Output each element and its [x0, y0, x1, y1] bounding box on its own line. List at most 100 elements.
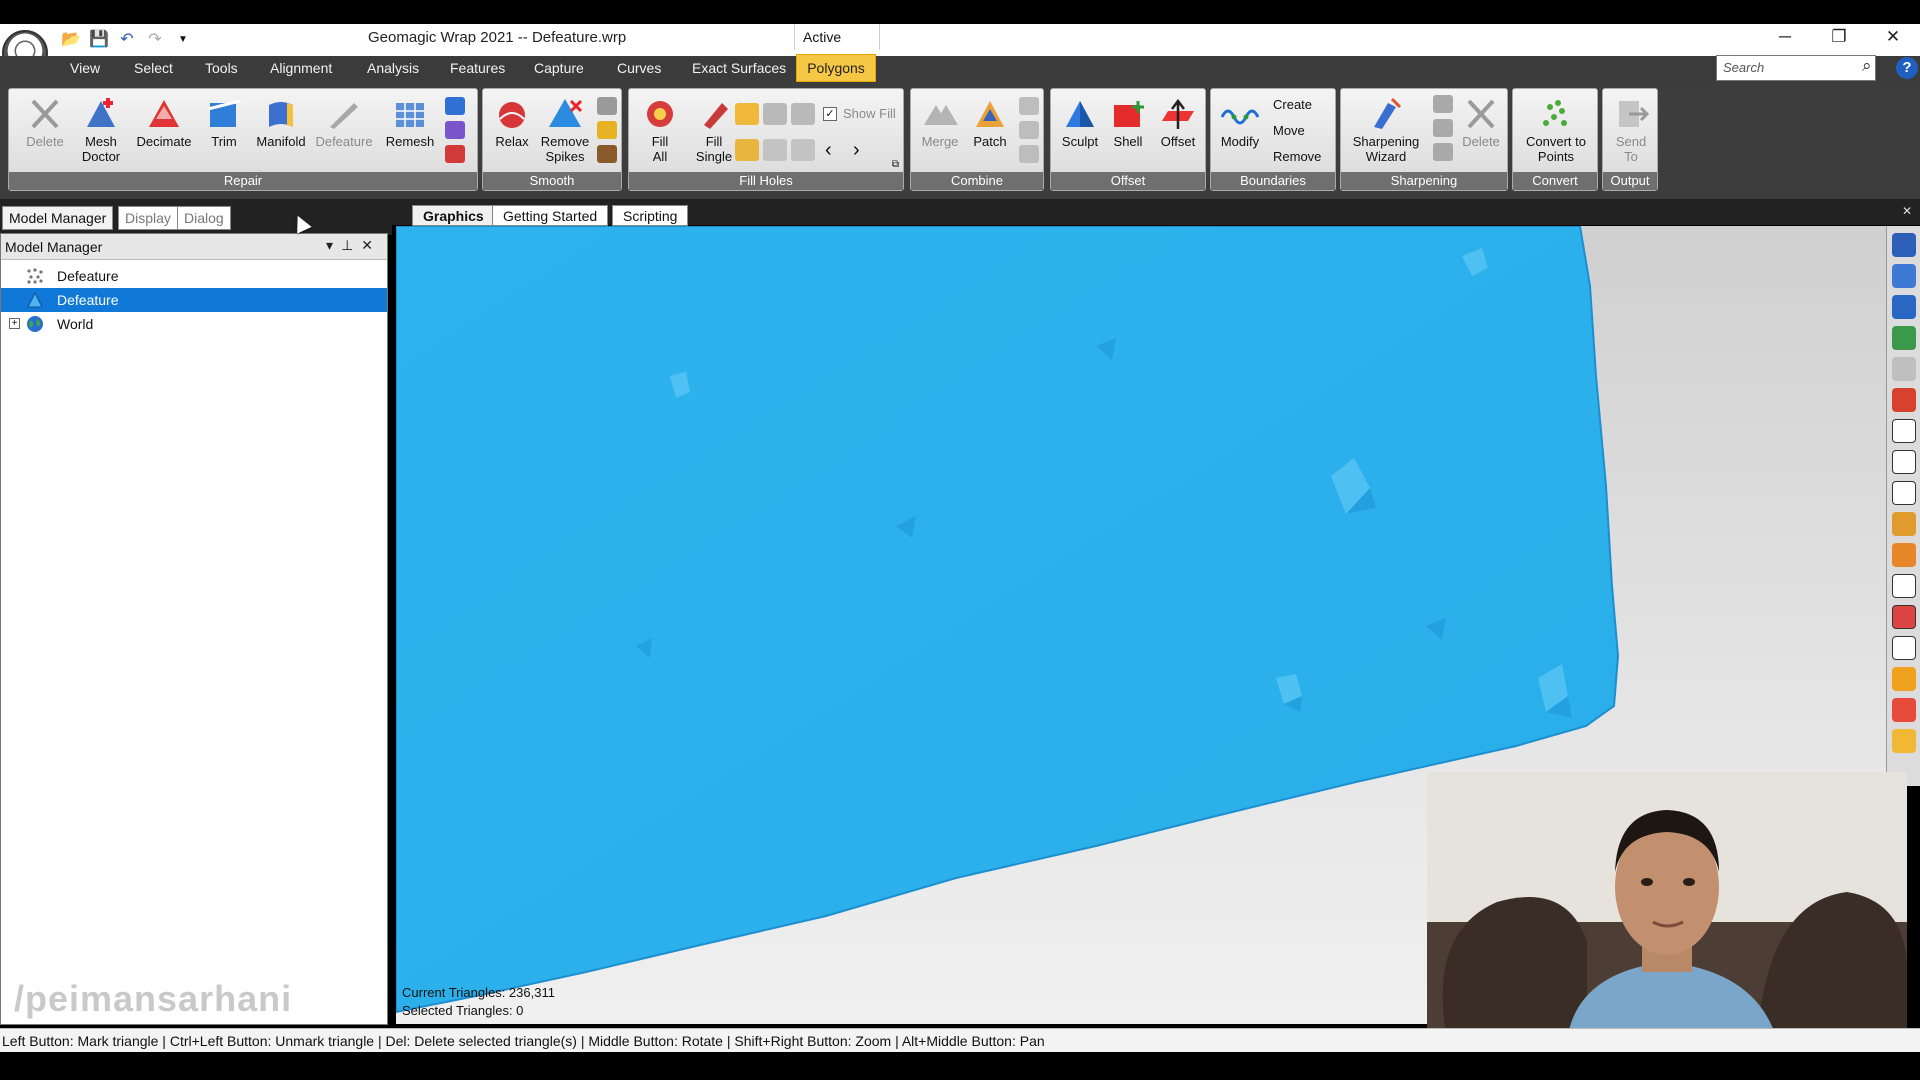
move-boundary-button[interactable]: Move	[1273, 123, 1305, 138]
decimate-button[interactable]: Decimate	[131, 97, 197, 149]
menu-exact-surfaces[interactable]: Exact Surfaces	[692, 60, 786, 76]
sharpening-wizard-button[interactable]: Sharpening Wizard	[1345, 97, 1427, 164]
pan-view-icon[interactable]	[1891, 326, 1916, 350]
remove-boundary-button[interactable]: Remove	[1273, 149, 1321, 164]
menu-tools[interactable]: Tools	[205, 60, 238, 76]
sculpt-button[interactable]: Sculpt	[1055, 97, 1105, 149]
open-icon[interactable]: 📂	[60, 28, 82, 50]
create-boundary-button[interactable]: Create	[1273, 97, 1312, 112]
fill-type-complete-icon[interactable]	[735, 103, 759, 125]
restore-button[interactable]: ❐	[1812, 24, 1866, 50]
shell-button[interactable]: Shell	[1105, 97, 1151, 149]
panel-menu-icon[interactable]: ▾	[326, 237, 341, 253]
view-orientation-icon[interactable]	[1891, 233, 1916, 257]
select-none-icon[interactable]	[1891, 698, 1916, 722]
sharpening-small-tool-2-icon[interactable]	[1433, 119, 1453, 137]
tab-dialog[interactable]: Dialog	[177, 206, 231, 230]
sharpening-small-tool-1-icon[interactable]	[1433, 95, 1453, 113]
dialog-launcher-icon[interactable]: ⧉	[892, 159, 899, 170]
fill-type-bridge-icon[interactable]	[791, 103, 815, 125]
menu-curves[interactable]: Curves	[617, 60, 661, 76]
redo-icon[interactable]: ↷	[144, 28, 166, 50]
manifold-button[interactable]: Manifold	[251, 97, 311, 149]
invert-selection-icon[interactable]	[1891, 729, 1916, 753]
previous-hole-icon[interactable]: ‹	[825, 139, 832, 162]
patch-icon	[976, 101, 1004, 127]
fill-curvature-icon[interactable]	[735, 139, 759, 161]
select-through-icon[interactable]	[1891, 605, 1916, 629]
save-icon[interactable]: 💾	[88, 28, 110, 50]
close-button[interactable]: ✕	[1866, 24, 1920, 50]
smooth-small-tool-3-icon[interactable]	[597, 145, 617, 163]
mesh-doctor-button[interactable]: Mesh Doctor	[73, 97, 129, 164]
polyline-select-icon[interactable]	[1891, 574, 1916, 598]
patch-button[interactable]: Patch	[965, 97, 1015, 149]
relax-button[interactable]: Relax	[487, 97, 537, 149]
rotate-view-icon[interactable]	[1891, 264, 1916, 288]
tab-graphics[interactable]: Graphics	[412, 205, 495, 226]
fill-single-button[interactable]: Fill Single	[687, 97, 741, 164]
fill-tangent-icon[interactable]	[763, 139, 787, 161]
next-hole-icon[interactable]: ›	[853, 139, 860, 162]
search-icon[interactable]: ⌕	[1862, 56, 1872, 76]
undo-icon[interactable]: ↶	[116, 28, 138, 50]
tab-display[interactable]: Display	[118, 206, 178, 230]
remove-spikes-button[interactable]: Remove Spikes	[537, 97, 593, 164]
modify-button[interactable]: Modify	[1215, 97, 1265, 149]
delete-button[interactable]: Delete	[17, 97, 73, 149]
menu-features[interactable]: Features	[450, 60, 505, 76]
send-to-button[interactable]: Send To	[1605, 97, 1657, 164]
search-input[interactable]: Search	[1716, 55, 1876, 81]
dropdown-icon[interactable]: ▼	[172, 28, 194, 50]
minimize-button[interactable]: ─	[1758, 24, 1812, 50]
panel-close-icon[interactable]: ✕	[361, 237, 381, 253]
select-visible-icon[interactable]	[1891, 636, 1916, 660]
merge-button[interactable]: Merge	[915, 97, 965, 149]
fit-view-icon[interactable]	[1891, 295, 1916, 319]
select-all-icon[interactable]	[1891, 667, 1916, 691]
combine-small-tool-3-icon[interactable]	[1019, 145, 1039, 163]
tree-item-defeature-points[interactable]: Defeature	[1, 264, 387, 288]
relax-icon	[499, 102, 525, 128]
show-fill-checkbox[interactable]: ✓	[823, 107, 837, 121]
menu-alignment[interactable]: Alignment	[270, 60, 332, 76]
combine-small-tool-1-icon[interactable]	[1019, 97, 1039, 115]
repair-small-tool-1-icon[interactable]	[445, 97, 465, 115]
repair-small-tool-2-icon[interactable]	[445, 121, 465, 139]
tab-model-manager[interactable]: Model Manager	[2, 206, 114, 230]
fill-all-button[interactable]: Fill All	[633, 97, 687, 164]
trim-button[interactable]: Trim	[199, 97, 249, 149]
remesh-button[interactable]: Remesh	[383, 97, 437, 149]
tab-getting-started[interactable]: Getting Started	[492, 205, 609, 226]
menu-capture[interactable]: Capture	[534, 60, 584, 76]
smooth-small-tool-2-icon[interactable]	[597, 121, 617, 139]
pin-icon[interactable]: ⊥	[341, 237, 361, 253]
sharpening-small-tool-3-icon[interactable]	[1433, 143, 1453, 161]
tree-item-defeature-mesh[interactable]: Defeature	[1, 288, 387, 312]
tree-item-world[interactable]: + World	[1, 312, 387, 336]
rectangle-select-icon[interactable]	[1891, 419, 1916, 443]
view-close-icon[interactable]: ✕	[1902, 204, 1912, 218]
paintbrush-select-icon[interactable]	[1891, 512, 1916, 536]
sharpening-delete-button[interactable]: Delete	[1457, 97, 1505, 149]
lasso-select-icon[interactable]	[1891, 450, 1916, 474]
menu-analysis[interactable]: Analysis	[367, 60, 419, 76]
fill-flat-icon[interactable]	[791, 139, 815, 161]
convert-to-points-button[interactable]: Convert to Points	[1515, 97, 1597, 164]
render-mode-icon[interactable]	[1891, 388, 1916, 412]
expand-icon[interactable]: +	[9, 318, 20, 329]
line-select-icon[interactable]	[1891, 481, 1916, 505]
menu-view[interactable]: View	[70, 60, 100, 76]
tab-scripting[interactable]: Scripting	[612, 205, 689, 226]
fill-type-partial-icon[interactable]	[763, 103, 787, 125]
help-icon[interactable]: ?	[1896, 57, 1918, 79]
defeature-button[interactable]: Defeature	[313, 97, 375, 149]
repair-small-tool-3-icon[interactable]	[445, 145, 465, 163]
menu-select[interactable]: Select	[134, 60, 173, 76]
smooth-small-tool-1-icon[interactable]	[597, 97, 617, 115]
custom-region-icon[interactable]	[1891, 543, 1916, 567]
zoom-icon[interactable]	[1891, 357, 1916, 381]
combine-small-tool-2-icon[interactable]	[1019, 121, 1039, 139]
offset-button[interactable]: Offset	[1153, 97, 1203, 149]
menu-polygons[interactable]: Polygons	[796, 54, 876, 82]
